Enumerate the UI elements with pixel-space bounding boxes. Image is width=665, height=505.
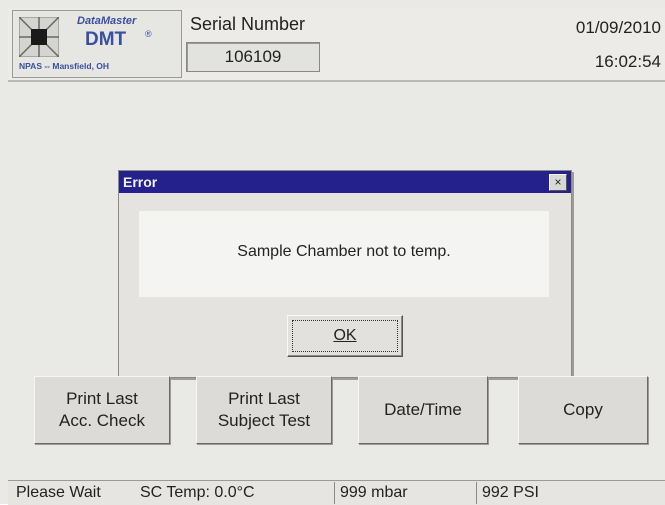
ok-button-focus: OK — [292, 320, 398, 352]
print-last-acc-check-button[interactable]: Print Last Acc. Check — [34, 376, 170, 444]
print-acc-line2: Acc. Check — [59, 411, 145, 430]
print-acc-line1: Print Last — [66, 389, 138, 408]
copy-label: Copy — [563, 400, 603, 419]
serial-number-value: 106109 — [224, 47, 282, 66]
ok-button-label: OK — [333, 327, 357, 344]
datamaster-logo: DataMaster DMT ® NPAS -- Mansfield, OH — [12, 10, 182, 78]
logo-brand-text: DataMaster — [77, 15, 137, 27]
status-bar: Please Wait SC Temp: 0.0°C 999 mbar 992 … — [8, 480, 665, 505]
serial-number-field: 106109 — [186, 42, 320, 72]
instrument-screen: DataMaster DMT ® NPAS -- Mansfield, OH S… — [0, 0, 665, 505]
status-divider — [476, 482, 477, 504]
status-pressure-mbar: 999 mbar — [340, 484, 408, 501]
print-subject-line1: Print Last — [228, 389, 300, 408]
error-dialog: Error × Sample Chamber not to temp. OK — [118, 170, 572, 378]
date-time-button[interactable]: Date/Time — [358, 376, 488, 444]
status-sc-temp: SC Temp: 0.0°C — [140, 484, 255, 501]
status-divider — [334, 482, 335, 504]
dialog-title-bar: Error × — [119, 171, 571, 193]
time-display: 16:02:54 — [594, 52, 661, 71]
error-message: Sample Chamber not to temp. — [237, 243, 451, 260]
copy-button[interactable]: Copy — [518, 376, 648, 444]
header-bar: DataMaster DMT ® NPAS -- Mansfield, OH S… — [8, 8, 665, 82]
date-display: 01/09/2010 — [575, 18, 661, 37]
logo-agency-text: NPAS -- Mansfield, OH — [19, 61, 110, 71]
datamaster-logo-icon — [19, 17, 59, 57]
status-pressure-psi: 992 PSI — [482, 484, 539, 501]
logo-model-text: DMT — [85, 29, 127, 50]
serial-number-label: Serial Number — [190, 14, 306, 34]
ok-button[interactable]: OK — [287, 315, 403, 357]
status-state: Please Wait — [16, 484, 101, 501]
print-last-subject-test-label: Print Last Subject Test — [218, 388, 310, 432]
date-time-label: Date/Time — [384, 400, 462, 419]
print-last-subject-test-button[interactable]: Print Last Subject Test — [196, 376, 332, 444]
logo-registered-mark: ® — [145, 29, 152, 39]
message-panel: Sample Chamber not to temp. — [139, 211, 549, 297]
dialog-title: Error — [123, 174, 158, 190]
print-last-acc-check-label: Print Last Acc. Check — [59, 388, 145, 432]
close-icon[interactable]: × — [549, 174, 567, 191]
print-subject-line2: Subject Test — [217, 411, 311, 430]
